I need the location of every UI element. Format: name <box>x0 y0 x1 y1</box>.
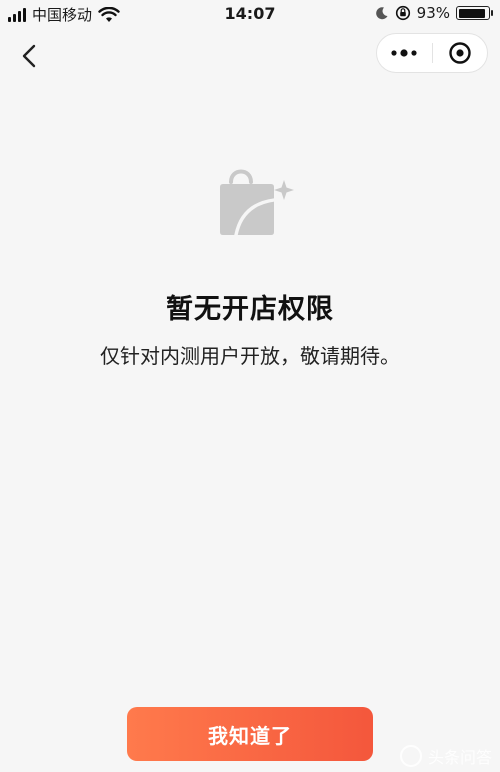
battery-icon <box>456 6 493 20</box>
watermark: 头条问答 <box>399 744 492 768</box>
battery-cap <box>491 10 493 16</box>
more-button[interactable] <box>377 34 432 72</box>
shopping-bag-sparkle-icon <box>220 169 294 237</box>
close-button[interactable] <box>432 34 487 72</box>
confirm-button[interactable]: 我知道了 <box>127 707 373 761</box>
chevron-left-icon[interactable] <box>16 40 44 72</box>
status-bar: 中国移动 14:07 93% <box>0 0 500 28</box>
toutiao-logo-icon <box>399 745 422 767</box>
status-right: 93% <box>375 4 493 22</box>
page-description: 仅针对内测用户开放，敬请期待。 <box>100 344 400 368</box>
battery-fill <box>458 8 485 18</box>
more-dots-icon <box>391 49 417 57</box>
mini-program-capsule <box>376 33 488 73</box>
orientation-lock-icon <box>395 5 410 21</box>
moon-icon <box>375 7 388 20</box>
target-circle-icon <box>449 42 471 64</box>
battery-percent: 93% <box>416 4 450 22</box>
watermark-text: 头条问答 <box>427 748 492 767</box>
page-title: 暂无开店权限 <box>166 294 334 325</box>
